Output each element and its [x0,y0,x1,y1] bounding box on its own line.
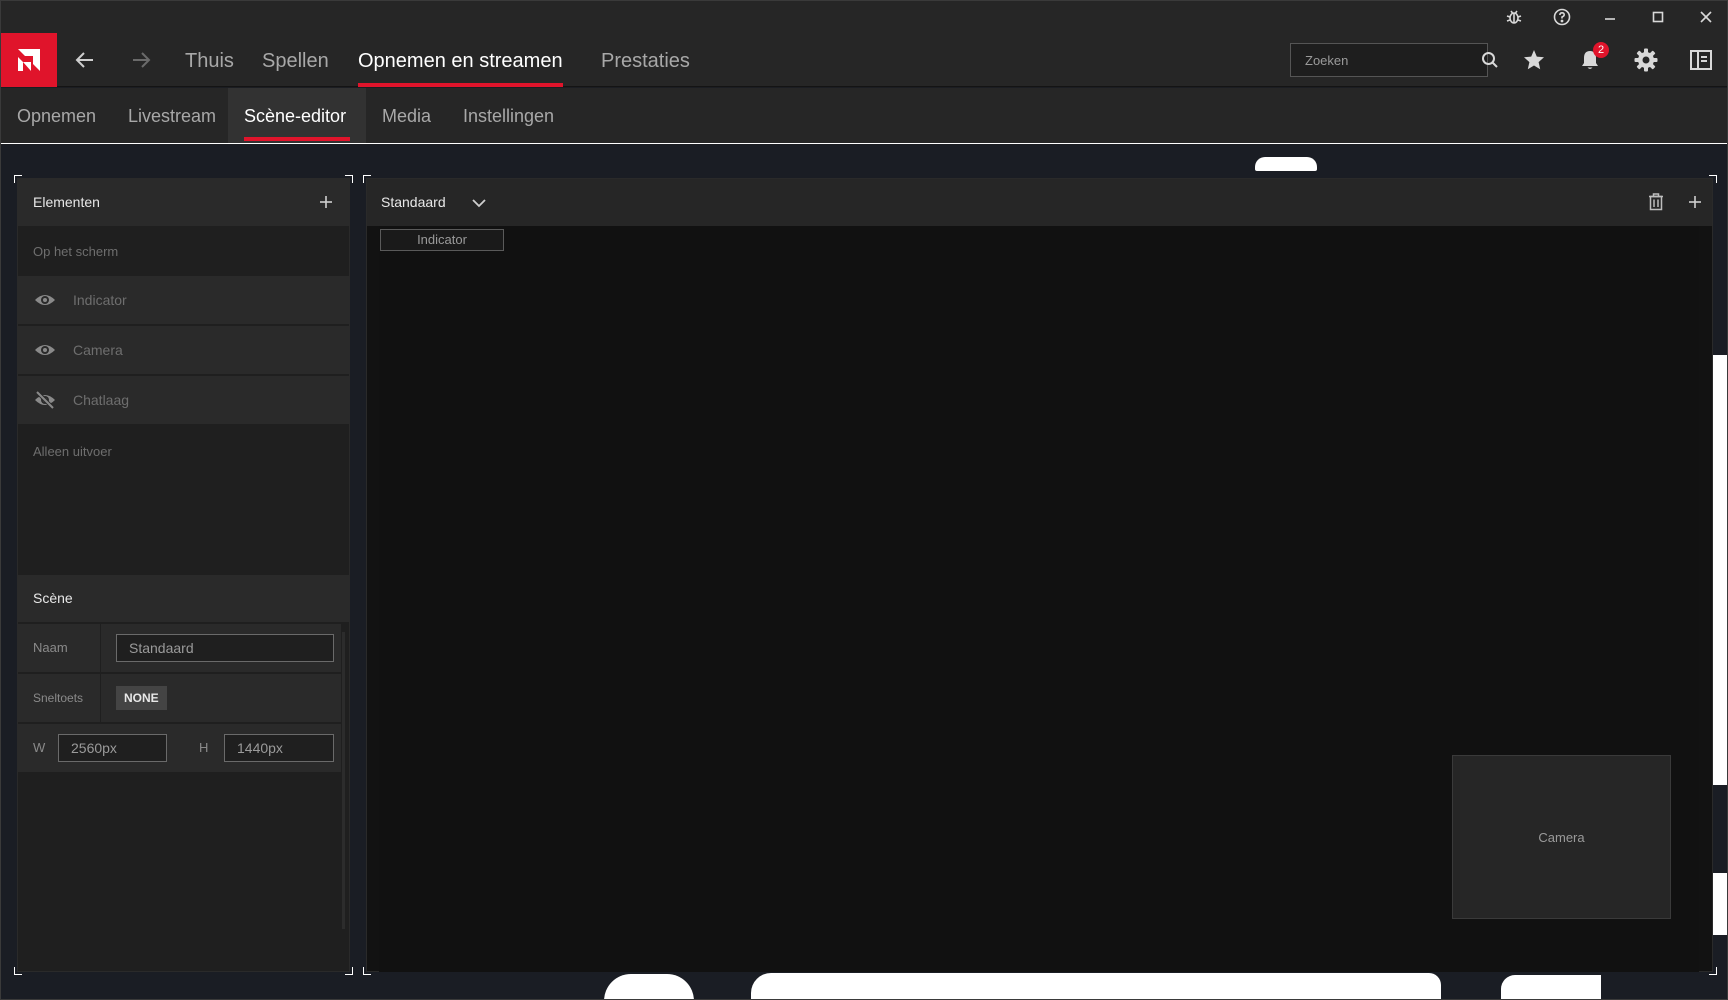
nav-tab-thuis[interactable]: Thuis [185,33,234,87]
scene-editor-content: Elementen Op het scherm Indicator Camera… [1,145,1727,999]
background-artifact [751,973,1441,999]
height-label: H [199,740,209,755]
scene-resolution-row: W H [18,724,341,772]
hotkey-label: Sneltoets [33,691,84,705]
hotkey-button[interactable]: NONE [116,686,167,710]
nav-tab-prestaties[interactable]: Prestaties [601,33,690,87]
notifications-bell-icon[interactable]: 2 [1562,33,1618,87]
forward-arrow-icon[interactable] [113,33,169,87]
maximize-icon[interactable] [1634,1,1682,33]
element-row-chatlaag[interactable]: Chatlaag [18,376,349,424]
divider [100,624,101,672]
sub-navigation: Opnemen Livestream Scène-editor Media In… [1,88,1727,144]
hidden-eye-icon[interactable] [34,390,56,410]
background-artifact [1713,873,1727,935]
sub-tab-opnemen[interactable]: Opnemen [17,88,96,143]
left-panel-scrollbar[interactable] [342,632,345,929]
main-navigation: Thuis Spellen Opnemen en streamen Presta… [1,33,1727,87]
search-input[interactable] [1291,44,1481,76]
sub-tab-scene-editor[interactable]: Scène-editor [228,88,366,143]
scene-panel-header: Scène [18,575,349,622]
nav-tab-opnemen-en-streamen[interactable]: Opnemen en streamen [358,33,563,87]
scene-preview-header: Standaard [367,179,1712,226]
add-scene-button[interactable] [1684,191,1706,213]
sub-tab-instellingen[interactable]: Instellingen [463,88,554,143]
elements-panel-title: Elementen [33,194,100,210]
chevron-down-icon[interactable] [469,193,489,213]
element-row-indicator[interactable]: Indicator [18,276,349,324]
scene-preview-panel: Standaard Indicator Camera [366,178,1713,972]
sub-tab-scene-editor-label: Scène-editor [244,106,347,126]
corner-mark [14,967,22,975]
corner-mark [1709,967,1717,975]
plus-icon [1689,196,1701,208]
element-label: Camera [73,342,123,358]
output-only-section-label: Alleen uitvoer [33,444,112,459]
add-element-button[interactable] [313,189,339,215]
corner-mark [14,175,22,183]
corner-mark [345,967,353,975]
close-icon[interactable] [1682,1,1727,33]
corner-mark [1709,175,1717,183]
amd-logo-icon [18,49,40,71]
amd-logo[interactable] [1,33,57,87]
trash-icon [1649,193,1663,211]
search-box [1290,43,1498,77]
sidebar-toggle-icon[interactable] [1673,33,1727,87]
plus-icon [320,196,332,208]
scene-height-input[interactable] [224,734,334,762]
width-label: W [33,740,46,755]
camera-element-label: Camera [1538,829,1585,845]
background-artifact [1501,975,1601,999]
left-panel: Elementen Op het scherm Indicator Camera… [17,178,350,972]
help-icon[interactable] [1538,1,1586,33]
visible-eye-icon[interactable] [34,340,56,360]
scene-name-row: Naam [18,624,341,672]
scene-name-input[interactable] [116,634,334,662]
background-artifact [1713,355,1727,785]
active-tab-underline [244,137,350,141]
corner-mark [363,967,371,975]
sub-tab-livestream[interactable]: Livestream [128,88,216,143]
notification-badge: 2 [1593,42,1609,58]
favorites-star-icon[interactable] [1506,33,1562,87]
scene-panel-title: Scène [33,590,73,606]
scene-hotkey-row: Sneltoets NONE [18,674,341,722]
scene-selector-label[interactable]: Standaard [381,179,446,226]
delete-scene-button[interactable] [1645,191,1667,213]
sub-tab-media[interactable]: Media [382,88,431,143]
minimize-icon[interactable] [1586,1,1634,33]
title-bar [1,1,1727,33]
visible-eye-icon[interactable] [34,290,56,310]
back-arrow-icon[interactable] [57,33,113,87]
element-label: Indicator [73,292,127,308]
background-artifact [1255,157,1317,171]
on-screen-section-label: Op het scherm [33,244,119,259]
corner-mark [345,175,353,183]
scene-width-input[interactable] [58,734,167,762]
elements-panel-header: Elementen [18,179,349,226]
camera-element[interactable]: Camera [1452,755,1671,919]
search-icon[interactable] [1481,43,1499,77]
corner-mark [363,175,371,183]
bug-report-icon[interactable] [1490,1,1538,33]
nav-tab-spellen[interactable]: Spellen [262,33,329,87]
settings-gear-icon[interactable] [1618,33,1674,87]
indicator-element[interactable]: Indicator [380,229,504,251]
app-window: Thuis Spellen Opnemen en streamen Presta… [0,0,1728,1000]
divider [100,674,101,722]
background-artifact [604,974,694,999]
scene-name-label: Naam [33,640,68,655]
element-label: Chatlaag [73,392,130,408]
element-row-camera[interactable]: Camera [18,326,349,374]
